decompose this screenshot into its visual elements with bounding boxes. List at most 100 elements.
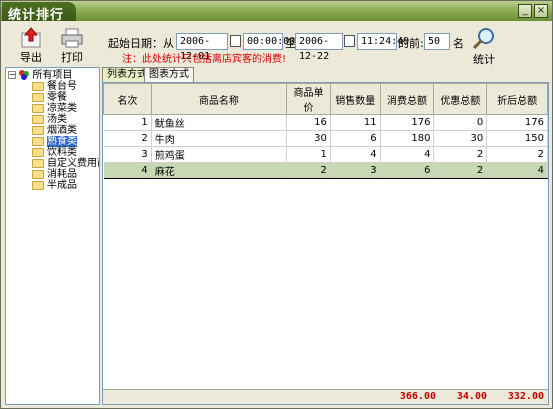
table-cell: 2 xyxy=(286,162,331,179)
table-cell: 176 xyxy=(380,114,435,131)
ranking-table: 名次 商品名称 商品单价 销售数量 消费总额 优惠总额 折后总额 1 鱿鱼丝 16 11 176 0 1… xyxy=(102,82,549,405)
tree-item[interactable]: 饮料类 xyxy=(6,147,99,158)
stats-window: 统计排行 _ × 导出 打印 统计 起始日期：从 2006-12-01 00:0… xyxy=(0,0,553,409)
table-cell: 6 xyxy=(380,162,435,179)
table-cell: 1 xyxy=(286,146,331,163)
tree-item[interactable]: 自定义费用商 xyxy=(6,158,99,169)
tree-item[interactable]: 汤类 xyxy=(6,114,99,125)
folder-icon xyxy=(32,125,44,135)
table-row[interactable]: 3 煎鸡蛋 1 4 4 2 2 xyxy=(103,146,548,163)
collapse-icon[interactable]: − xyxy=(8,71,16,79)
table-cell: 2 xyxy=(433,162,488,179)
printer-icon xyxy=(61,28,83,48)
top-count-field[interactable]: 50 xyxy=(424,33,450,50)
tree-item-label: 餐台号 xyxy=(47,81,77,92)
tree-root-label: 所有项目 xyxy=(32,70,73,81)
export-button[interactable]: 导出 xyxy=(15,27,47,65)
table-cell: 煎鸡蛋 xyxy=(151,146,288,163)
table-cell: 1 xyxy=(103,114,152,131)
table-cell: 0 xyxy=(433,114,488,131)
tree-item-label: 饮料类 xyxy=(47,147,77,158)
table-cell: 2 xyxy=(486,146,548,163)
magnifier-icon xyxy=(472,28,494,50)
table-cell: 2 xyxy=(433,146,488,163)
tab-chart[interactable]: 图表方式 xyxy=(144,67,194,82)
table-cell: 3 xyxy=(330,162,381,179)
tree-item[interactable]: 餐台号 xyxy=(6,81,99,92)
table-header: 名次 商品名称 商品单价 销售数量 消费总额 优惠总额 折后总额 xyxy=(103,83,548,115)
tree-item-label: 消耗品 xyxy=(47,169,77,180)
end-time-field[interactable]: 11:24:49 xyxy=(357,33,409,50)
tree-item-label: 自定义费用商 xyxy=(47,158,99,169)
folder-icon xyxy=(32,169,44,179)
minimize-button[interactable]: _ xyxy=(518,4,532,18)
tree-item[interactable]: 烟酒类 xyxy=(6,125,99,136)
tree-item-label: 零餐 xyxy=(47,92,67,103)
end-date-field[interactable]: 2006-12-22 xyxy=(295,33,343,62)
totals-bar: 366.00 34.00 332.00 xyxy=(103,389,548,404)
export-label: 导出 xyxy=(20,51,42,64)
table-cell: 30 xyxy=(286,130,331,147)
tree-item-label: 凉菜类 xyxy=(47,103,77,114)
table-row[interactable]: 4 麻花 2 3 6 2 4 xyxy=(103,162,548,179)
table-cell: 牛肉 xyxy=(151,130,288,147)
column-header[interactable]: 商品名称 xyxy=(150,83,288,115)
table-cell: 150 xyxy=(486,130,548,147)
folder-icon xyxy=(32,81,44,91)
close-button[interactable]: × xyxy=(534,4,548,18)
table-cell: 180 xyxy=(380,130,435,147)
stats-label: 统计 xyxy=(473,53,495,66)
folder-icon xyxy=(32,180,44,190)
tree-item-label: 汤类 xyxy=(47,114,67,125)
table-cell: 2 xyxy=(103,130,152,147)
tree-item[interactable]: 凉菜类 xyxy=(6,103,99,114)
print-button[interactable]: 打印 xyxy=(56,27,88,65)
column-header[interactable]: 优惠总额 xyxy=(433,83,488,115)
table-row[interactable]: 1 鱿鱼丝 16 11 176 0 176 xyxy=(103,114,548,131)
total-discount: 34.00 xyxy=(456,391,487,402)
tree-root[interactable]: − 所有项目 xyxy=(6,70,99,81)
start-date-picker[interactable] xyxy=(230,35,241,47)
table-cell: 麻花 xyxy=(151,162,288,179)
column-header[interactable]: 销售数量 xyxy=(329,83,381,115)
start-date-field[interactable]: 2006-12-01 xyxy=(176,33,228,62)
folder-icon xyxy=(32,103,44,113)
column-header[interactable]: 商品单价 xyxy=(286,83,331,115)
column-header[interactable]: 折后总额 xyxy=(486,83,548,115)
tree-item[interactable]: 半成品 xyxy=(6,180,99,191)
tree-item-label: 熟食类 xyxy=(47,136,77,147)
table-cell: 11 xyxy=(330,114,381,131)
folder-icon xyxy=(32,114,44,124)
top-unit-label: 名 xyxy=(453,37,464,50)
column-header[interactable]: 消费总额 xyxy=(379,83,435,115)
table-row[interactable]: 2 牛肉 30 6 180 30 150 xyxy=(103,130,548,147)
tree-item[interactable]: 零餐 xyxy=(6,92,99,103)
table-cell: 16 xyxy=(286,114,331,131)
total-after: 332.00 xyxy=(507,391,544,402)
title-tab: 统计排行 xyxy=(2,2,76,23)
table-cell: 鱿鱼丝 xyxy=(151,114,288,131)
table-cell: 4 xyxy=(330,146,381,163)
title-bar[interactable]: 统计排行 _ × xyxy=(1,1,552,23)
table-cell: 6 xyxy=(330,130,381,147)
table-cell: 30 xyxy=(433,130,488,147)
column-header[interactable]: 名次 xyxy=(103,83,152,115)
stats-button[interactable]: 统计 xyxy=(467,27,501,67)
end-date-picker[interactable] xyxy=(344,35,355,47)
window-title: 统计排行 xyxy=(8,8,65,23)
table-cell: 4 xyxy=(103,162,152,179)
top-label: 的前: xyxy=(398,37,424,50)
table-cell: 176 xyxy=(486,114,548,131)
items-root-icon xyxy=(19,70,30,80)
tree-item-label: 半成品 xyxy=(47,180,77,191)
tree-item[interactable]: 消耗品 xyxy=(6,169,99,180)
total-consume: 366.00 xyxy=(399,391,436,402)
filter-note: 注：此处统计只包括离店宾客的消费! xyxy=(122,54,287,65)
folder-icon xyxy=(32,158,44,168)
tree-item[interactable]: 熟食类 xyxy=(6,136,99,147)
print-label: 打印 xyxy=(61,51,83,64)
tree-item-label: 烟酒类 xyxy=(47,125,77,136)
folder-icon xyxy=(32,147,44,157)
table-cell: 4 xyxy=(380,146,435,163)
start-time-field[interactable]: 00:00:00 xyxy=(243,33,295,50)
